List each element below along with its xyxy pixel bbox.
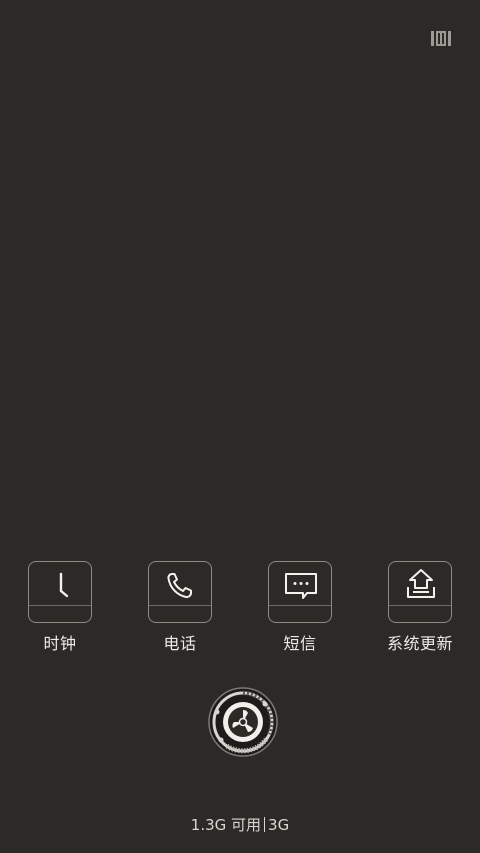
app-label: 时钟 xyxy=(43,634,77,653)
app-tile[interactable] xyxy=(148,561,212,623)
phone-icon xyxy=(167,573,192,599)
app-clock[interactable]: 时钟 xyxy=(12,561,108,654)
system-update-icon xyxy=(407,569,435,598)
storage-status: 1.3G 可用 3G xyxy=(0,815,480,835)
app-label: 电话 xyxy=(163,634,197,653)
storage-free-text: 1.3G 可用 xyxy=(190,816,262,834)
clock-icon xyxy=(59,572,69,598)
cleaner-fan-icon[interactable] xyxy=(207,686,279,758)
app-tile[interactable] xyxy=(268,561,332,623)
app-label: 系统更新 xyxy=(386,634,453,653)
app-phone[interactable]: 电话 xyxy=(132,561,228,654)
app-dock: 时钟 电话 短信 系统更新 xyxy=(0,561,480,661)
app-tile[interactable] xyxy=(388,561,452,623)
app-messages[interactable]: 短信 xyxy=(252,561,348,654)
notification-shade-icon[interactable] xyxy=(431,31,451,46)
separator xyxy=(264,817,266,832)
app-tile[interactable] xyxy=(28,561,92,623)
app-label: 短信 xyxy=(283,634,317,653)
message-icon xyxy=(285,573,317,599)
network-type-text: 3G xyxy=(268,816,290,834)
app-system-update[interactable]: 系统更新 xyxy=(372,561,468,654)
